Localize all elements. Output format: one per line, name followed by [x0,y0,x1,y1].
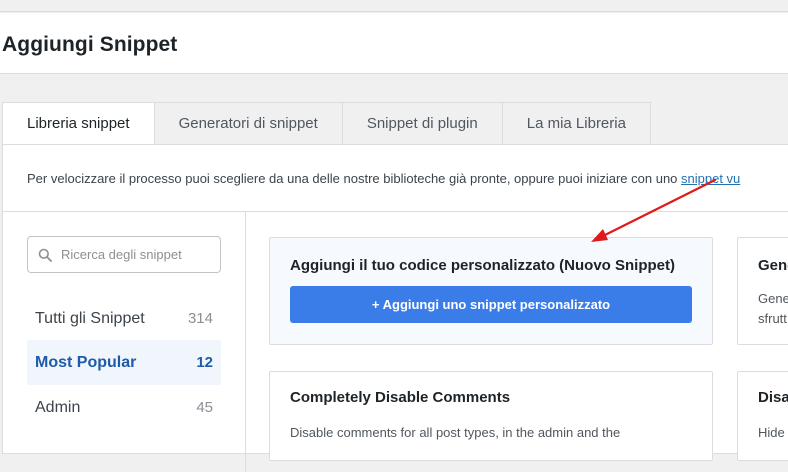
generators-card[interactable]: Gene Gene sfrutt [737,237,788,345]
card-title: Completely Disable Comments [290,389,511,406]
category-sidebar: Tutti gli Snippet 314 Most Popular 12 Ad… [3,212,246,472]
tab-bar: Libreria snippet Generatori di snippet S… [2,102,651,145]
add-custom-snippet-button[interactable]: + Aggiungi uno snippet personalizzato [290,286,692,323]
category-count: 45 [196,399,213,416]
category-count: 12 [196,354,213,371]
card-description: Gene [758,291,788,306]
card-description: Disable comments for all post types, in … [290,425,621,440]
card-description: sfrutt [758,311,787,326]
category-label: Tutti gli Snippet [35,309,145,327]
snippet-search[interactable] [27,236,221,273]
search-input[interactable] [61,247,211,262]
page-title: Aggiungi Snippet [2,33,178,56]
intro-description: Per velocizzare il processo puoi sceglie… [27,171,682,186]
category-count: 314 [187,310,213,327]
tab-snippet-generators[interactable]: Generatori di snippet [154,102,343,145]
tab-my-library[interactable]: La mia Libreria [502,102,651,145]
search-icon [37,247,53,263]
snippet-card-disable-comments[interactable]: Completely Disable Comments Disable comm… [269,371,713,461]
card-title: Aggiungi il tuo codice personalizzato (N… [290,257,675,274]
top-strip [0,0,788,12]
page-header: Aggiungi Snippet [0,13,788,74]
card-description: Hide [758,425,785,440]
category-most-popular[interactable]: Most Popular 12 [27,340,221,385]
category-all-snippets[interactable]: Tutti gli Snippet 314 [27,296,221,341]
snippet-card-partial[interactable]: Disa Hide [737,371,788,461]
intro-text: Per velocizzare il processo puoi sceglie… [27,171,740,186]
category-label: Most Popular [35,353,137,371]
category-admin[interactable]: Admin 45 [27,385,221,430]
custom-snippet-card: Aggiungi il tuo codice personalizzato (N… [269,237,713,345]
card-title: Disa [758,389,788,406]
card-title: Gene [758,257,788,274]
blank-snippet-link[interactable]: snippet vu [681,171,740,186]
category-label: Admin [35,398,81,416]
tab-plugin-snippets[interactable]: Snippet di plugin [342,102,503,145]
tab-snippet-library[interactable]: Libreria snippet [2,102,155,145]
